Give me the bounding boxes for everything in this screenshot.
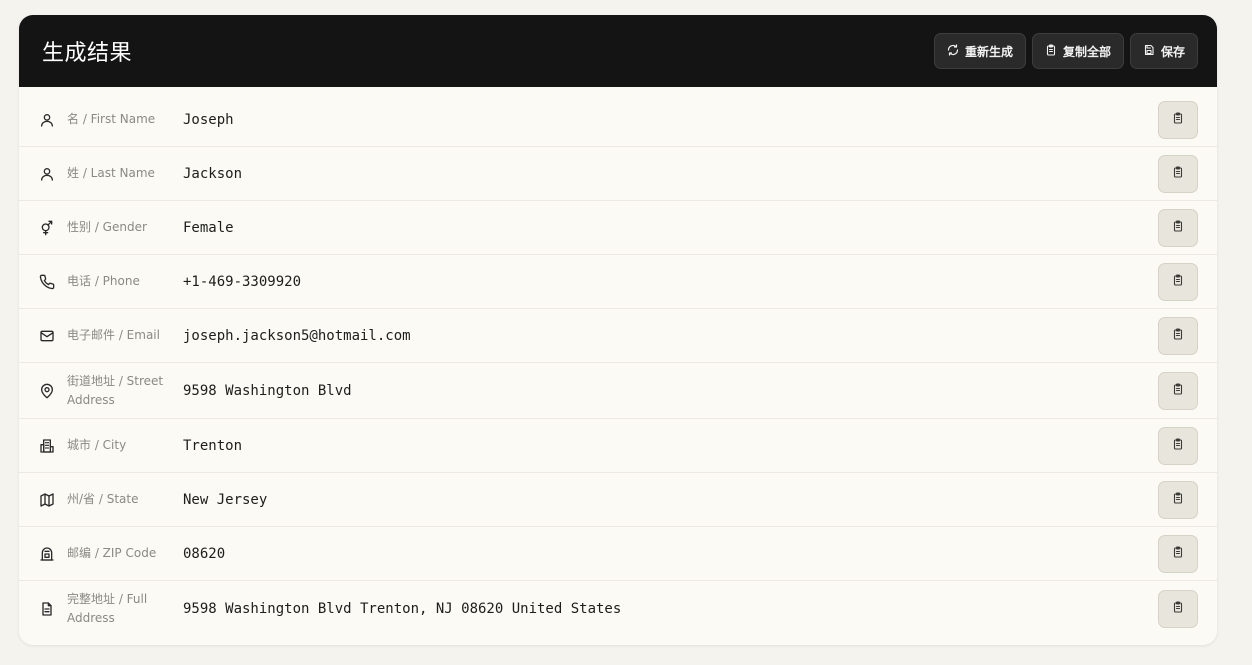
phone-icon xyxy=(39,274,55,290)
result-header: 生成结果 重新生成 复制全部 保存 xyxy=(19,15,1217,87)
field-label: 街道地址 / Street Address xyxy=(67,373,164,407)
map-icon xyxy=(39,492,55,508)
regenerate-label: 重新生成 xyxy=(964,44,1013,59)
copy-all-label: 复制全部 xyxy=(1062,44,1111,59)
field-label: 州/省 / State xyxy=(67,492,139,506)
field-row-first-name: 名 / First Name Joseph xyxy=(19,93,1217,147)
field-label: 电子邮件 / Email xyxy=(67,328,160,342)
mail-icon xyxy=(39,328,55,344)
field-value: 9598 Washington Blvd xyxy=(183,382,352,399)
field-label: 名 / First Name xyxy=(67,112,156,126)
page-title: 生成结果 xyxy=(42,41,133,66)
field-label: 电话 / Phone xyxy=(67,274,140,288)
field-label: 城市 / City xyxy=(67,438,127,452)
copy-all-button[interactable]: 复制全部 xyxy=(1031,33,1124,69)
clipboard-icon xyxy=(1172,327,1184,345)
field-row-last-name: 姓 / Last Name Jackson xyxy=(19,147,1217,201)
copy-button[interactable] xyxy=(1158,154,1198,193)
clipboard-icon xyxy=(1172,219,1184,237)
save-label: 保存 xyxy=(1160,44,1185,59)
document-icon xyxy=(39,601,55,617)
mailbox-icon xyxy=(39,546,55,562)
field-value: Trenton xyxy=(183,437,243,454)
field-value: 08620 xyxy=(183,545,226,562)
field-label: 姓 / Last Name xyxy=(67,166,155,180)
field-row-city: 城市 / City Trenton xyxy=(19,419,1217,473)
copy-button[interactable] xyxy=(1158,208,1198,247)
field-row-state: 州/省 / State New Jersey xyxy=(19,473,1217,527)
field-value: 9598 Washington Blvd Trenton, NJ 08620 U… xyxy=(183,601,622,617)
field-value: joseph.jackson5@hotmail.com xyxy=(183,327,411,344)
field-row-zip-code: 邮编 / ZIP Code 08620 xyxy=(19,527,1217,581)
clipboard-icon xyxy=(1172,491,1184,509)
field-label: 完整地址 / Full Address xyxy=(67,592,148,625)
clipboard-icon xyxy=(1172,165,1184,183)
field-row-phone: 电话 / Phone +1-469-3309920 xyxy=(19,255,1217,309)
clipboard-icon xyxy=(1172,545,1184,563)
header-actions: 重新生成 复制全部 保存 xyxy=(933,33,1198,69)
field-label: 邮编 / ZIP Code xyxy=(67,546,157,560)
save-icon xyxy=(1143,44,1155,59)
regenerate-button[interactable]: 重新生成 xyxy=(933,33,1026,69)
clipboard-icon xyxy=(1172,382,1184,400)
copy-button[interactable] xyxy=(1158,480,1198,519)
field-row-gender: 性别 / Gender Female xyxy=(19,201,1217,255)
user-icon xyxy=(39,166,55,182)
copy-button[interactable] xyxy=(1158,590,1198,628)
copy-button[interactable] xyxy=(1158,534,1198,573)
field-value: Female xyxy=(183,219,234,236)
clipboard-icon xyxy=(1045,43,1057,59)
clipboard-icon xyxy=(1172,437,1184,455)
clipboard-icon xyxy=(1172,111,1184,129)
gender-icon xyxy=(39,220,55,236)
user-icon xyxy=(39,112,55,128)
save-button[interactable]: 保存 xyxy=(1129,33,1198,69)
field-value: New Jersey xyxy=(183,491,268,508)
copy-button[interactable] xyxy=(1158,100,1198,139)
building-icon xyxy=(39,438,55,454)
field-value: Joseph xyxy=(183,111,234,128)
field-value: +1-469-3309920 xyxy=(183,273,302,290)
field-row-email: 电子邮件 / Email joseph.jackson5@hotmail.com xyxy=(19,309,1217,363)
field-value: Jackson xyxy=(183,165,243,182)
field-list: 名 / First Name Joseph 姓 / Last Name Jack… xyxy=(19,87,1217,637)
clipboard-icon xyxy=(1172,273,1184,291)
field-label: 性别 / Gender xyxy=(67,220,147,234)
copy-button[interactable] xyxy=(1158,262,1198,301)
field-row-full-address: 完整地址 / Full Address 9598 Washington Blvd… xyxy=(19,581,1217,637)
clipboard-icon xyxy=(1172,600,1184,618)
refresh-icon xyxy=(947,43,959,59)
copy-button[interactable] xyxy=(1158,426,1198,465)
copy-button[interactable] xyxy=(1158,316,1198,355)
copy-button[interactable] xyxy=(1158,371,1198,410)
result-card: 生成结果 重新生成 复制全部 保存 名 / First Name Joseph … xyxy=(19,15,1217,645)
map-pin-icon xyxy=(39,383,55,399)
field-row-street-address: 街道地址 / Street Address 9598 Washington Bl… xyxy=(19,363,1217,419)
